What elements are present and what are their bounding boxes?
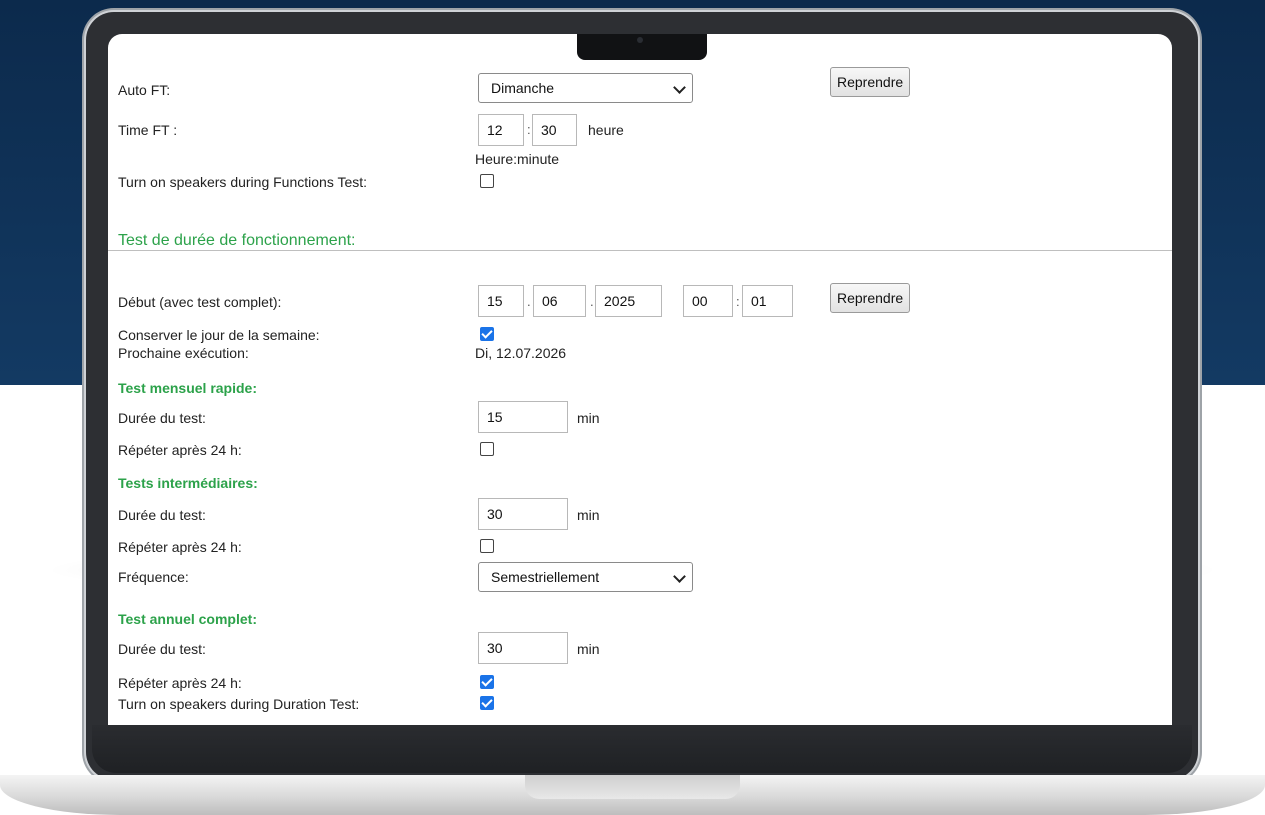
annual-duration-unit: min [577, 641, 600, 657]
checkbox-checked-icon[interactable] [480, 696, 494, 710]
chevron-down-icon [673, 81, 686, 94]
frequency-selected: Semestriellement [491, 569, 600, 585]
laptop-base-notch [525, 775, 740, 799]
intermediate-duration-label: Durée du test: [118, 507, 206, 523]
duration-section-title: Test de durée de fonctionnement: [118, 232, 356, 249]
intermediate-duration-unit: min [577, 507, 600, 523]
auto-ft-select[interactable]: Dimanche [478, 73, 693, 103]
frequency-select[interactable]: Semestriellement [478, 562, 693, 592]
start-dot-2: . [590, 294, 594, 309]
monthly-duration-unit: min [577, 410, 600, 426]
start-label: Début (avec test complet): [118, 294, 282, 310]
annual-duration-input[interactable]: 30 [478, 632, 568, 664]
monthly-duration-input[interactable]: 15 [478, 401, 568, 433]
keep-weekday-label: Conserver le jour de la semaine: [118, 327, 320, 343]
intermediate-repeat-label: Répéter après 24 h: [118, 539, 242, 555]
annual-repeat-label: Répéter après 24 h: [118, 675, 242, 691]
checkbox-checked-icon[interactable] [480, 327, 494, 341]
start-dot-1: . [527, 294, 531, 309]
next-run-label: Prochaine exécution: [118, 345, 249, 361]
camera-icon [637, 37, 643, 43]
laptop-chin [92, 725, 1192, 773]
checkbox-empty-icon[interactable] [480, 442, 494, 456]
auto-ft-selected: Dimanche [491, 80, 555, 96]
checkbox-empty-icon[interactable] [480, 174, 494, 188]
time-ft-label: Time FT : [118, 122, 178, 138]
start-month-input[interactable]: 06 [533, 285, 586, 317]
start-colon: : [736, 294, 740, 309]
annual-title: Test annuel complet: [118, 611, 257, 627]
checkbox-empty-icon[interactable] [480, 539, 494, 553]
monthly-duration-label: Durée du test: [118, 410, 206, 426]
frequency-label: Fréquence: [118, 569, 189, 585]
time-ft-minute-input[interactable]: 30 [532, 114, 577, 146]
chevron-down-icon [673, 570, 686, 583]
start-year-input[interactable]: 2025 [595, 285, 662, 317]
start-day-input[interactable]: 15 [478, 285, 524, 317]
checkbox-checked-icon[interactable] [480, 675, 494, 689]
intermediate-title: Tests intermédiaires: [118, 475, 258, 491]
monthly-title: Test mensuel rapide: [118, 380, 258, 396]
section-divider [108, 250, 1172, 251]
time-ft-separator: : [527, 122, 531, 137]
settings-screen: Auto FT: Dimanche Reprendre Time FT : 12… [108, 34, 1172, 725]
auto-ft-resume-button[interactable]: Reprendre [830, 67, 911, 97]
speakers-ft-label: Turn on speakers during Functions Test: [118, 174, 368, 190]
start-hour-input[interactable]: 00 [683, 285, 733, 317]
time-ft-unit: heure [588, 122, 624, 138]
time-ft-hint: Heure:minute [475, 151, 560, 167]
start-resume-button[interactable]: Reprendre [830, 283, 911, 313]
next-run-value: Di, 12.07.2026 [475, 345, 567, 361]
auto-ft-label: Auto FT: [118, 82, 171, 98]
speakers-dt-label: Turn on speakers during Duration Test: [118, 696, 360, 712]
annual-duration-label: Durée du test: [118, 641, 206, 657]
monthly-repeat-label: Répéter après 24 h: [118, 442, 242, 458]
start-minute-input[interactable]: 01 [742, 285, 793, 317]
intermediate-duration-input[interactable]: 30 [478, 498, 568, 530]
time-ft-hour-input[interactable]: 12 [478, 114, 524, 146]
